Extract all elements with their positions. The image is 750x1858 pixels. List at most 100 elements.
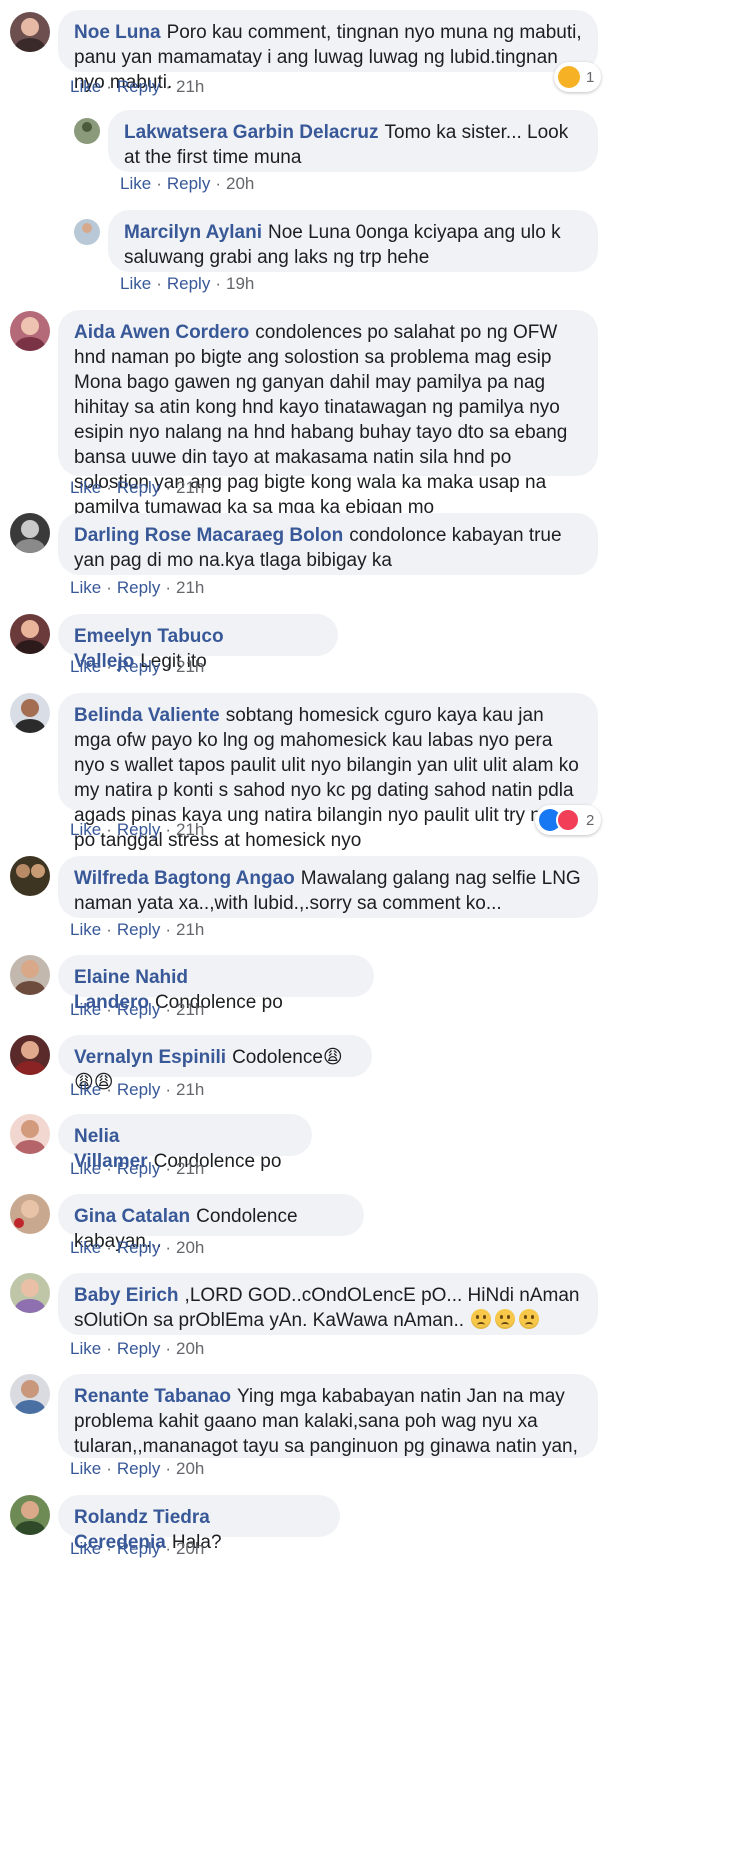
avatar[interactable] <box>10 1035 50 1075</box>
comment-actions: Like · Reply · 21h <box>70 1000 205 1019</box>
comment-author-link[interactable]: Baby Eirich <box>74 1285 179 1306</box>
avatar[interactable] <box>10 693 50 733</box>
comment-bubble: Elaine Nahid Landero Condolence po <box>58 955 374 1013</box>
comment-author-link[interactable]: Darling Rose Macaraeg Bolon <box>74 525 343 546</box>
reaction-summary[interactable]: 2 <box>535 805 602 835</box>
reaction-count: 2 <box>586 811 595 829</box>
reply-button[interactable]: Reply <box>117 1539 160 1558</box>
reply-button[interactable]: Reply <box>117 1339 160 1358</box>
avatar[interactable] <box>10 513 50 553</box>
comment-actions: Like · Reply · 20h <box>70 1339 205 1358</box>
reply-button[interactable]: Reply <box>117 1159 160 1178</box>
comment-author-link[interactable]: Gina Catalan <box>74 1206 190 1227</box>
comment-actions: Like · Reply · 21h <box>70 77 205 96</box>
like-button[interactable]: Like <box>70 578 101 597</box>
sad-face-icon <box>519 1309 540 1329</box>
like-button[interactable]: Like <box>70 657 101 676</box>
comment-timestamp[interactable]: 21h <box>176 1000 204 1019</box>
like-button[interactable]: Like <box>70 1159 101 1178</box>
comment-bubble: Renante Tabanao Ying mga kababayan natin … <box>58 1374 598 1458</box>
sad-face-icon <box>495 1309 516 1329</box>
comment-bubble: Vernalyn Espinili Codolence😩😩😩 <box>58 1035 372 1093</box>
avatar[interactable] <box>10 12 50 52</box>
comment-author-link[interactable]: Renante Tabanao <box>74 1386 231 1407</box>
comment-author-link[interactable]: Noe Luna <box>74 22 161 43</box>
reply-button[interactable]: Reply <box>117 578 160 597</box>
like-button[interactable]: Like <box>70 1238 101 1257</box>
reply-button[interactable]: Reply <box>117 820 160 839</box>
comment-author-link[interactable]: Vernalyn Espinili <box>74 1047 226 1068</box>
comment-timestamp[interactable]: 20h <box>176 1238 204 1257</box>
reaction-summary[interactable]: 1 <box>554 62 602 92</box>
reply-button[interactable]: Reply <box>117 1000 160 1019</box>
reply-button[interactable]: Reply <box>117 920 160 939</box>
avatar[interactable] <box>10 856 50 896</box>
comment-timestamp[interactable]: 21h <box>176 920 204 939</box>
like-button[interactable]: Like <box>70 920 101 939</box>
avatar[interactable] <box>10 1194 50 1234</box>
comment-timestamp[interactable]: 21h <box>176 578 204 597</box>
comment-actions: Like · Reply · 21h <box>70 920 205 939</box>
avatar[interactable] <box>74 219 100 245</box>
avatar[interactable] <box>10 1273 50 1313</box>
comment-bubble: Nelia Villamer Condolence po <box>58 1114 312 1172</box>
avatar[interactable] <box>10 1114 50 1154</box>
comment-bubble: Aida Awen Cordero condolences po salahat … <box>58 310 598 518</box>
comment-author-link[interactable]: Belinda Valiente <box>74 705 220 726</box>
avatar[interactable] <box>10 1495 50 1535</box>
comment-timestamp[interactable]: 21h <box>176 820 204 839</box>
comment-actions: Like · Reply · 20h <box>70 1459 205 1478</box>
like-button[interactable]: Like <box>70 77 101 96</box>
like-button[interactable]: Like <box>70 1080 101 1099</box>
avatar[interactable] <box>10 614 50 654</box>
comment-timestamp[interactable]: 21h <box>176 77 204 96</box>
comment-timestamp[interactable]: 20h <box>176 1339 204 1358</box>
reply-button[interactable]: Reply <box>167 174 210 193</box>
like-button[interactable]: Like <box>70 1000 101 1019</box>
comment-actions: Like · Reply · 20h <box>70 1539 205 1558</box>
like-button[interactable]: Like <box>120 174 151 193</box>
like-button[interactable]: Like <box>70 1539 101 1558</box>
comment-timestamp[interactable]: 21h <box>176 1080 204 1099</box>
reaction-count: 1 <box>586 68 595 86</box>
comment-timestamp[interactable]: 21h <box>176 478 204 497</box>
comment-actions: Like · Reply · 20h <box>70 1238 205 1257</box>
haha-reaction-icon <box>558 66 580 88</box>
comment-actions: Like · Reply · 19h <box>120 274 255 293</box>
comment-author-link[interactable]: Aida Awen Cordero <box>74 322 249 343</box>
reply-button[interactable]: Reply <box>167 274 210 293</box>
comment-author-link[interactable]: Lakwatsera Garbin Delacruz <box>124 122 379 143</box>
comment-timestamp[interactable]: 19h <box>226 274 254 293</box>
reply-button[interactable]: Reply <box>117 1238 160 1257</box>
avatar[interactable] <box>10 1374 50 1414</box>
comment-author-link[interactable]: Marcilyn Aylani <box>124 222 262 243</box>
like-button[interactable]: Like <box>120 274 151 293</box>
comment-bubble: Baby Eirich ,LORD GOD..cOndOLencE pO... H… <box>58 1273 598 1335</box>
like-button[interactable]: Like <box>70 1459 101 1478</box>
avatar[interactable] <box>74 118 100 144</box>
comment-actions: Like · Reply · 21h <box>70 578 205 597</box>
comment-timestamp[interactable]: 20h <box>176 1539 204 1558</box>
comment-timestamp[interactable]: 21h <box>176 657 204 676</box>
comment-timestamp[interactable]: 20h <box>176 1459 204 1478</box>
like-button[interactable]: Like <box>70 820 101 839</box>
comment-timestamp[interactable]: 20h <box>226 174 254 193</box>
comment-author-link[interactable]: Wilfreda Bagtong Angao <box>74 868 295 889</box>
comment-bubble: Belinda Valiente sobtang homesick cguro k… <box>58 693 598 851</box>
sad-face-icon <box>471 1309 492 1329</box>
love-reaction-icon <box>556 808 580 832</box>
reply-button[interactable]: Reply <box>117 657 160 676</box>
reply-button[interactable]: Reply <box>117 478 160 497</box>
avatar[interactable] <box>10 955 50 995</box>
avatar[interactable] <box>10 311 50 351</box>
like-button[interactable]: Like <box>70 1339 101 1358</box>
reply-button[interactable]: Reply <box>117 77 160 96</box>
comment-bubble: Gina Catalan Condolence kabayan... <box>58 1194 364 1252</box>
comment-bubble: Darling Rose Macaraeg Bolon condolonce ka… <box>58 513 598 575</box>
comment-bubble: Emeelyn Tabuco Vallejo Legit ito <box>58 614 338 672</box>
comment-timestamp[interactable]: 21h <box>176 1159 204 1178</box>
comment-actions: Like · Reply · 21h <box>70 657 205 676</box>
reply-button[interactable]: Reply <box>117 1080 160 1099</box>
like-button[interactable]: Like <box>70 478 101 497</box>
reply-button[interactable]: Reply <box>117 1459 160 1478</box>
